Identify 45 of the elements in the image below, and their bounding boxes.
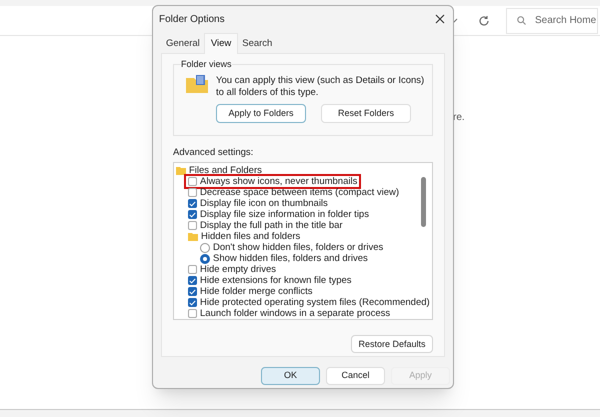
checkbox[interactable] — [188, 221, 197, 230]
option-label: Don't show hidden files, folders or drives — [213, 242, 384, 254]
dialog-title: Folder Options — [159, 12, 225, 26]
group-label: Files and Folders — [189, 165, 262, 176]
folder-icon — [176, 166, 186, 175]
search-icon — [517, 16, 526, 26]
checkbox[interactable] — [188, 177, 197, 186]
scrollbar-thumb[interactable] — [421, 177, 426, 228]
dialog-button[interactable]: OK — [261, 367, 320, 385]
checkbox[interactable] — [188, 287, 197, 296]
radio-button[interactable] — [200, 254, 210, 264]
option-label: Hide protected operating system files (Recommended) — [200, 297, 430, 308]
option-label: Hide folder merge conflicts — [200, 286, 312, 298]
option-label: Launch folder windows in a separate process — [200, 308, 390, 320]
refresh-icon[interactable] — [478, 14, 490, 26]
option-label: Hide extensions for known file types — [200, 275, 352, 286]
dialog-button[interactable]: Cancel — [326, 367, 385, 385]
tab[interactable]: General — [162, 36, 204, 53]
close-icon[interactable] — [435, 14, 445, 24]
checkbox[interactable] — [188, 309, 197, 318]
folder-action-button[interactable]: Apply to Folders — [216, 104, 306, 123]
option-label: Always show icons, never thumbnails — [200, 176, 358, 188]
option-label: Hide empty drives — [200, 264, 276, 276]
tab[interactable]: View — [204, 33, 238, 54]
option-label: Display the full path in the title bar — [200, 220, 343, 232]
checkbox[interactable] — [188, 298, 197, 308]
radio-button[interactable] — [200, 242, 210, 253]
search-field[interactable]: Search Home — [506, 8, 598, 34]
folder-view-icon — [186, 75, 208, 93]
restore-defaults-button[interactable]: Restore Defaults — [351, 335, 433, 354]
folder-icon — [188, 232, 198, 241]
advanced-settings-label: Advanced settings: — [173, 146, 254, 160]
option-label: Decrease space between items (compact view) — [200, 187, 400, 198]
option-label: Display file icon on thumbnails — [200, 198, 328, 210]
checkbox[interactable] — [188, 276, 197, 286]
description-text: You can apply this view (such as Details or Icons) to all folders of this type. — [216, 75, 426, 99]
folder-action-button[interactable]: Reset Folders — [321, 104, 411, 123]
tab[interactable]: Search — [238, 36, 276, 53]
checkbox[interactable] — [188, 199, 197, 208]
option-label: Show hidden files, folders and drives — [213, 253, 368, 264]
group-label: Hidden files and folders — [201, 231, 300, 242]
option-label: Display file size information in folder tips — [200, 209, 369, 220]
checkbox[interactable] — [188, 188, 197, 198]
checkbox[interactable] — [188, 210, 197, 220]
checkbox[interactable] — [188, 265, 197, 274]
